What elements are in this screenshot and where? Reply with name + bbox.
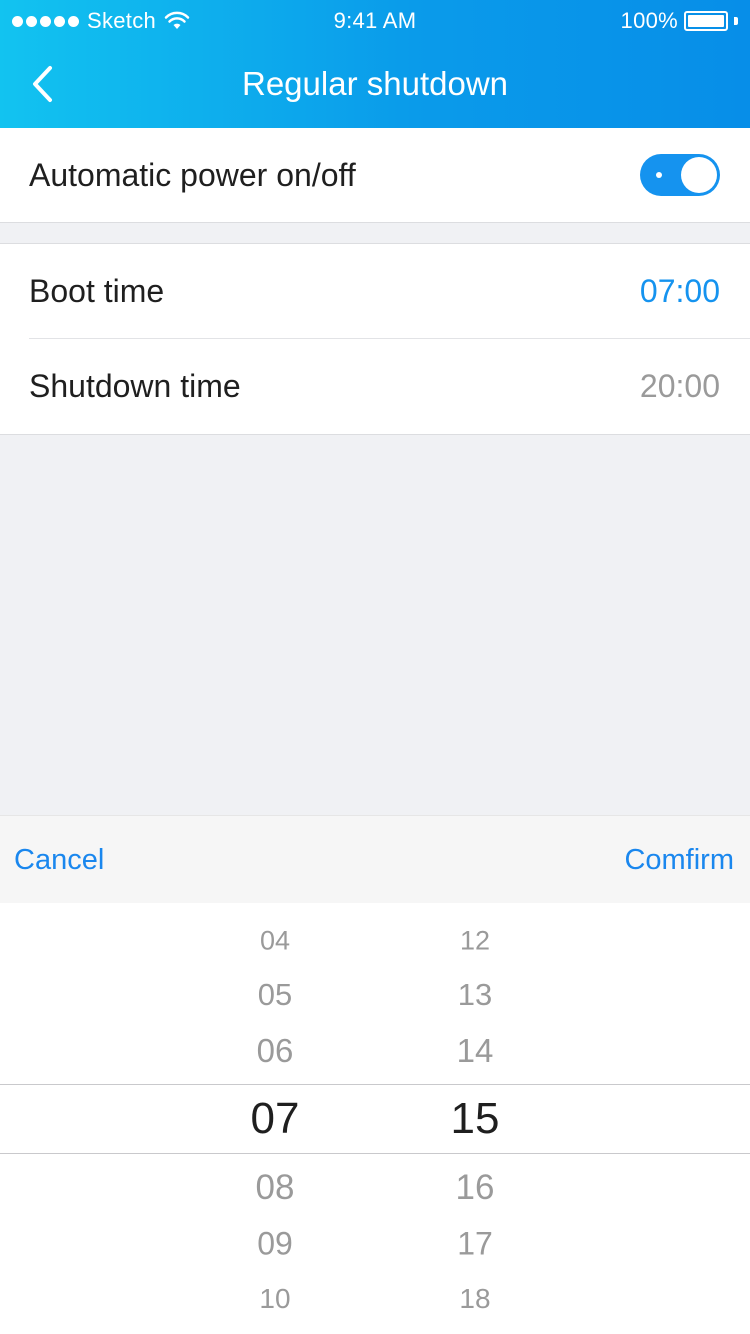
minute-option[interactable]: 16 [415, 1168, 535, 1208]
auto-power-row: Automatic power on/off [0, 128, 750, 222]
back-button[interactable] [20, 62, 64, 106]
hour-wheel[interactable]: 04 05 06 07 08 09 10 [215, 903, 335, 1334]
chevron-left-icon [33, 66, 52, 102]
auto-power-section: Automatic power on/off [0, 128, 750, 223]
minute-option[interactable]: 17 [415, 1226, 535, 1263]
auto-power-label: Automatic power on/off [29, 157, 356, 193]
battery-icon [684, 11, 728, 31]
time-settings-section: Boot time 07:00 Shutdown time 20:00 [0, 243, 750, 435]
minute-selected[interactable]: 15 [415, 1094, 535, 1144]
hour-option[interactable]: 06 [215, 1032, 335, 1070]
hour-selected[interactable]: 07 [215, 1094, 335, 1144]
boot-time-value: 07:00 [639, 273, 720, 309]
status-bar: Sketch 9:41 AM 100% [0, 0, 750, 40]
picker-selection-top-line [0, 1084, 750, 1085]
status-right: 100% [621, 8, 738, 34]
toggle-knob [681, 157, 717, 193]
shutdown-time-row[interactable]: Shutdown time 20:00 [0, 339, 750, 433]
minute-option[interactable]: 12 [415, 926, 535, 957]
minute-option[interactable]: 18 [415, 1283, 535, 1315]
hour-option[interactable]: 08 [215, 1168, 335, 1208]
minute-option[interactable]: 14 [415, 1032, 535, 1070]
hour-option[interactable]: 04 [215, 926, 335, 957]
hour-option[interactable]: 05 [215, 977, 335, 1013]
time-picker: 04 05 06 07 08 09 10 12 13 14 15 16 17 18 [0, 903, 750, 1334]
shutdown-time-label: Shutdown time [29, 368, 241, 404]
hour-option[interactable]: 09 [215, 1226, 335, 1263]
battery-fill [688, 15, 724, 27]
minute-option[interactable]: 13 [415, 977, 535, 1013]
shutdown-time-value: 20:00 [639, 368, 720, 404]
boot-time-row[interactable]: Boot time 07:00 [0, 244, 750, 339]
picker-selection-bottom-line [0, 1153, 750, 1154]
nav-bar: Regular shutdown [0, 40, 750, 128]
boot-time-label: Boot time [29, 273, 165, 309]
auto-power-toggle[interactable] [640, 154, 720, 196]
header: Sketch 9:41 AM 100% Regular shutdown [0, 0, 750, 128]
picker-toolbar: Cancel Comfirm [0, 815, 750, 903]
cancel-button[interactable]: Cancel [14, 816, 104, 904]
page-title: Regular shutdown [242, 65, 508, 102]
battery-percent: 100% [620, 8, 678, 33]
minute-wheel[interactable]: 12 13 14 15 16 17 18 [415, 903, 535, 1334]
confirm-button[interactable]: Comfirm [624, 816, 734, 904]
toggle-on-indicator [656, 172, 662, 178]
hour-option[interactable]: 10 [215, 1283, 335, 1315]
battery-tip [734, 17, 738, 25]
